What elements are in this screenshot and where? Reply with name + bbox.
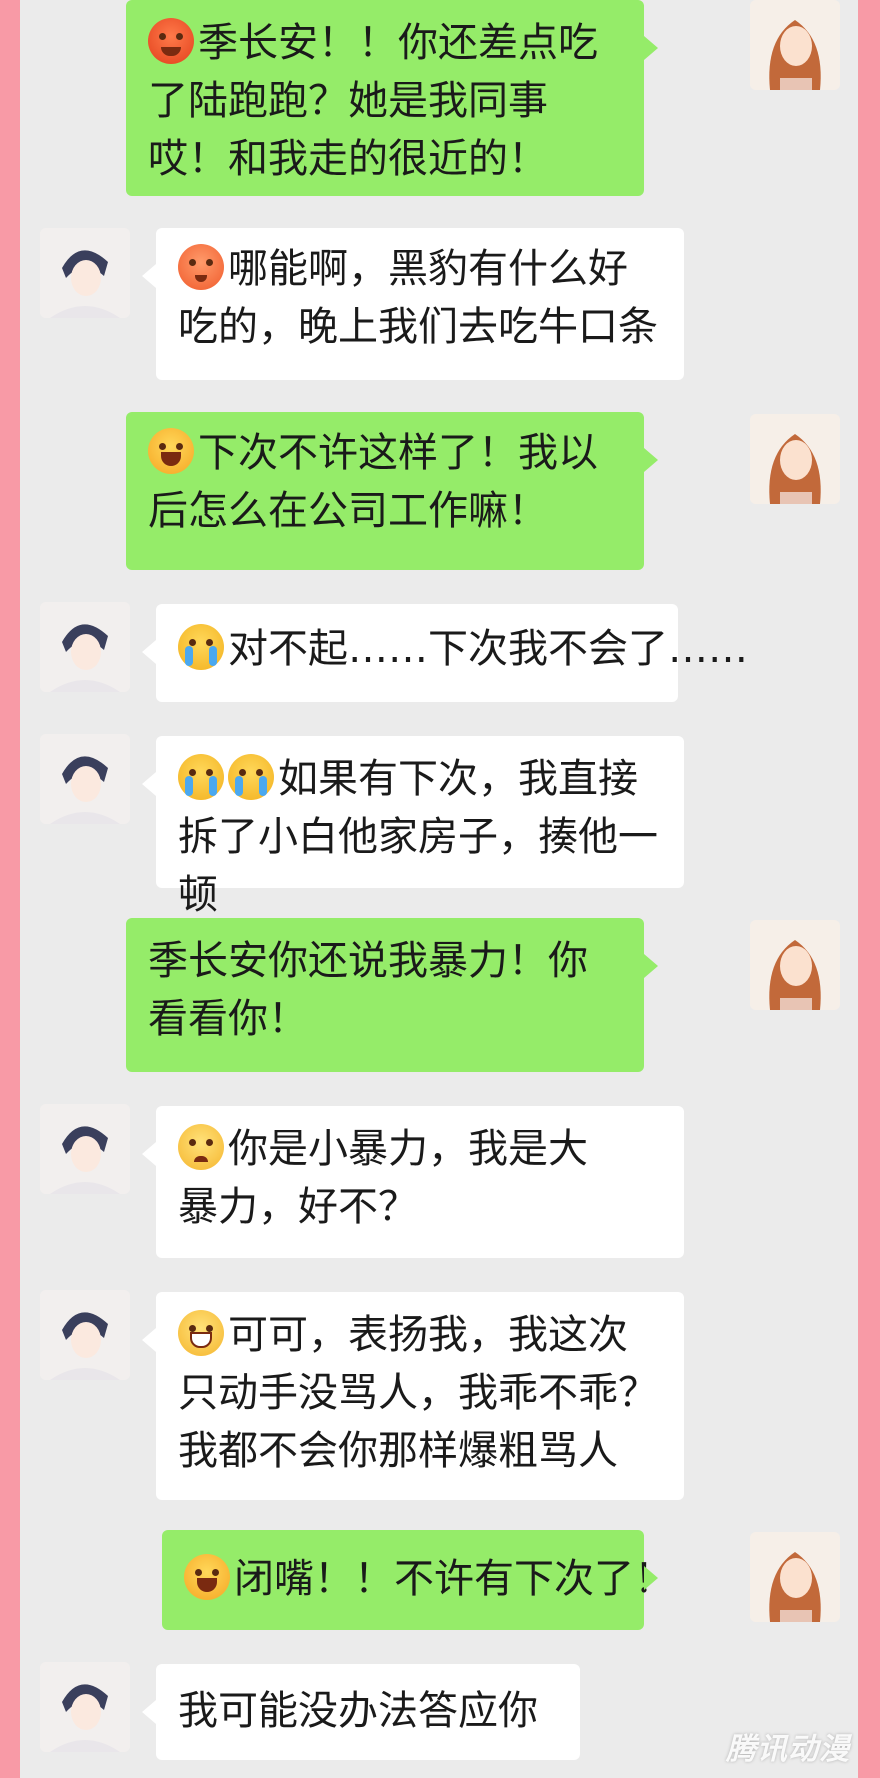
received-message-bubble[interactable]: 你是小暴力，我是大暴力，好不？ xyxy=(142,1106,684,1258)
avatar-self[interactable] xyxy=(750,0,840,90)
angry-face-icon xyxy=(148,18,194,64)
avatar-contact[interactable] xyxy=(40,734,130,824)
received-message-bubble[interactable]: 如果有下次，我直接拆了小白他家房子，揍他一顿 xyxy=(142,736,684,918)
avatar-contact[interactable] xyxy=(40,602,130,692)
avatar-contact[interactable] xyxy=(40,1662,130,1752)
flushed-face-icon xyxy=(178,244,224,290)
message-text: 可可，表扬我，我这次只动手没骂人，我乖不乖？我都不会你那样爆粗骂人 xyxy=(178,1312,658,1474)
received-message-bubble[interactable]: 对不起……下次我不会了…… xyxy=(142,604,748,702)
shouting-face-icon xyxy=(148,428,194,474)
message-text: 我可能没办法答应你 xyxy=(178,1688,538,1734)
shouting-face-icon xyxy=(184,1554,230,1600)
message-text: 季长安你还说我暴力！你看看你！ xyxy=(148,938,588,1042)
sent-message-bubble[interactable]: 季长安你还说我暴力！你看看你！ xyxy=(126,918,658,1072)
avatar-self[interactable] xyxy=(750,920,840,1010)
sent-message-bubble[interactable]: 季长安！！你还差点吃了陆跑跑？她是我同事哎！和我走的很近的！ xyxy=(126,0,658,196)
crying-face-icon xyxy=(178,624,224,670)
message-text: 闭嘴！！不许有下次了！ xyxy=(234,1556,674,1602)
chat-area: 季长安！！你还差点吃了陆跑跑？她是我同事哎！和我走的很近的！ 哪能啊，黑豹有什么… xyxy=(20,0,858,1778)
message-text: 季长安！！你还差点吃了陆跑跑？她是我同事哎！和我走的很近的！ xyxy=(148,20,598,182)
sent-message-bubble[interactable]: 闭嘴！！不许有下次了！ xyxy=(162,1530,674,1630)
avatar-contact[interactable] xyxy=(40,1290,130,1380)
message-text: 下次不许这样了！我以后怎么在公司工作嘛！ xyxy=(148,430,598,534)
avatar-contact[interactable] xyxy=(40,228,130,318)
received-message-bubble[interactable]: 哪能啊，黑豹有什么好吃的，晚上我们去吃牛口条 xyxy=(142,228,684,380)
received-message-bubble[interactable]: 可可，表扬我，我这次只动手没骂人，我乖不乖？我都不会你那样爆粗骂人 xyxy=(142,1292,684,1500)
message-text: 哪能啊，黑豹有什么好吃的，晚上我们去吃牛口条 xyxy=(178,246,658,350)
crying-face-icon xyxy=(228,754,274,800)
avatar-self[interactable] xyxy=(750,1532,840,1622)
pouting-face-icon xyxy=(178,1124,224,1170)
avatar-contact[interactable] xyxy=(40,1104,130,1194)
received-message-bubble[interactable]: 我可能没办法答应你 xyxy=(142,1664,580,1760)
crying-face-icon xyxy=(178,754,224,800)
message-text: 你是小暴力，我是大暴力，好不？ xyxy=(178,1126,588,1230)
message-text: 对不起……下次我不会了…… xyxy=(228,626,748,672)
grinning-face-icon xyxy=(178,1310,224,1356)
avatar-self[interactable] xyxy=(750,414,840,504)
sent-message-bubble[interactable]: 下次不许这样了！我以后怎么在公司工作嘛！ xyxy=(126,412,658,570)
watermark-logo: 腾讯动漫 xyxy=(726,1732,850,1767)
